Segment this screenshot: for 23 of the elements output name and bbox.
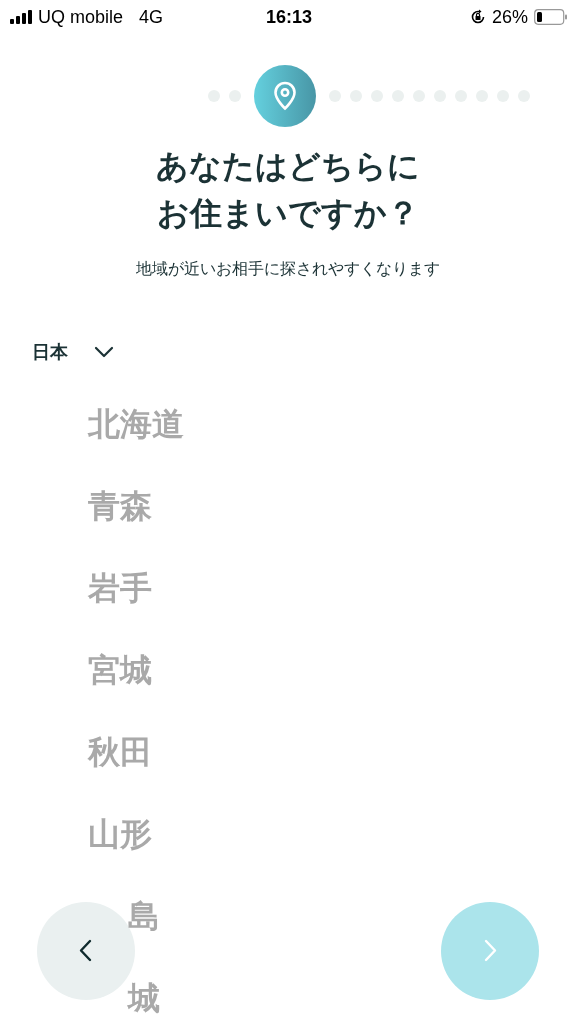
region-option[interactable]: 山形 [88, 814, 152, 855]
country-dropdown[interactable]: 日本 [32, 340, 114, 364]
region-option[interactable]: 秋田 [88, 732, 152, 773]
region-option[interactable]: 青森 [88, 486, 152, 527]
region-option[interactable]: 城 [128, 978, 160, 1019]
rotation-lock-icon [469, 9, 486, 25]
chevron-down-icon [94, 346, 114, 358]
chevron-left-icon [79, 938, 93, 964]
chevron-right-icon [483, 938, 497, 964]
region-option[interactable]: 北海道 [88, 404, 184, 445]
region-option[interactable]: 宮城 [88, 650, 152, 691]
region-option[interactable]: 岩手 [88, 568, 152, 609]
question-title: あなたはどちらに [156, 146, 420, 187]
battery-percent: 26% [491, 6, 528, 28]
region-option[interactable]: 島 [128, 896, 160, 937]
status-time: 16:13 [265, 6, 312, 28]
location-pin-icon [273, 81, 297, 111]
subtitle: 地域が近いお相手に探されやすくなります [135, 259, 441, 280]
network-type: 4G [139, 6, 164, 28]
signal-icon [10, 10, 32, 24]
carrier-name: UQ mobile [38, 6, 124, 28]
battery-icon [534, 9, 568, 25]
question-title: お住まいですか？ [157, 193, 419, 234]
